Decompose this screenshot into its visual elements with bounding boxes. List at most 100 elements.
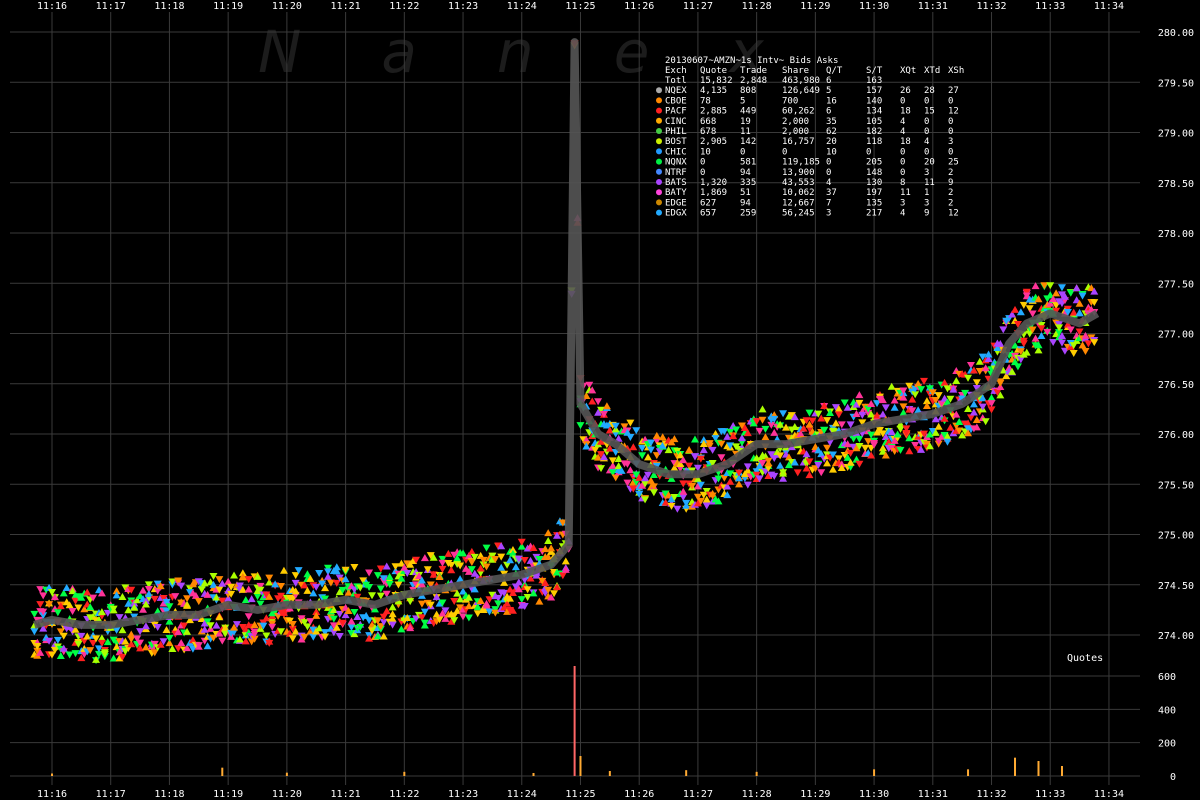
legend-cell: 0: [900, 168, 905, 178]
legend-cell: 0: [948, 147, 953, 157]
volume-tick-label: 200: [1158, 739, 1176, 750]
legend-cell: 4: [826, 178, 831, 188]
x-tick-label-top: 11:31: [918, 1, 948, 12]
legend-cell: 3: [924, 168, 929, 178]
legend-cell: 20: [826, 137, 837, 147]
legend-cell: CINC: [665, 117, 687, 127]
legend-cell: 3: [826, 209, 831, 219]
legend-cell: 130: [866, 178, 882, 188]
x-tick-label-bottom: 11:27: [683, 789, 713, 800]
x-tick-label-bottom: 11:34: [1094, 789, 1124, 800]
legend-cell: EDGX: [665, 209, 687, 219]
x-tick-label-bottom: 11:24: [507, 789, 537, 800]
legend-cell: 140: [866, 96, 882, 106]
legend-cell: 463,980: [782, 76, 820, 86]
legend-cell: 51: [740, 188, 751, 198]
legend-cell: 2: [948, 168, 953, 178]
legend-cell: 11: [740, 127, 751, 137]
legend-cell: 9: [948, 178, 953, 188]
legend-cell: Totl: [665, 76, 687, 86]
legend-cell: 0: [782, 147, 787, 157]
x-tick-label-bottom: 11:29: [800, 789, 830, 800]
legend-cell: 4: [900, 127, 905, 137]
volume-bar: [221, 767, 224, 776]
legend-cell: 10: [826, 147, 837, 157]
volume-bar: [51, 773, 53, 776]
legend-header: Quote: [700, 66, 727, 76]
price-tick-label: 277.50: [1158, 279, 1194, 290]
legend-cell: 37: [826, 188, 837, 198]
legend-cell: 0: [924, 117, 929, 127]
volume-bar: [967, 769, 970, 776]
legend-cell: NTRF: [665, 168, 687, 178]
legend-cell: 2,885: [700, 107, 727, 117]
legend-cell: 7: [826, 198, 831, 208]
legend-cell: 2,848: [740, 76, 767, 86]
volume-bar: [1014, 757, 1017, 776]
legend-cell: 126,649: [782, 86, 820, 96]
legend-swatch: [656, 189, 662, 196]
legend-cell: 1,869: [700, 188, 727, 198]
legend-cell: 4: [900, 117, 905, 127]
legend-cell: 13,900: [782, 168, 815, 178]
legend-cell: 5: [826, 86, 831, 96]
legend-cell: 27: [948, 86, 959, 96]
x-tick-label-top: 11:33: [1035, 1, 1065, 12]
x-tick-label-bottom: 11:19: [213, 789, 243, 800]
legend-cell: BATS: [665, 178, 687, 188]
legend-cell: 0: [700, 158, 705, 168]
volume-bar: [873, 769, 876, 776]
legend-header: XTd: [924, 66, 940, 76]
legend-cell: 25: [948, 158, 959, 168]
x-tick-label-top: 11:34: [1094, 1, 1124, 12]
legend-cell: 1,320: [700, 178, 727, 188]
legend-swatch: [656, 199, 662, 206]
x-tick-label-bottom: 11:32: [976, 789, 1006, 800]
legend-cell: PHIL: [665, 127, 687, 137]
legend-cell: 8: [900, 178, 905, 188]
volume-bar: [1060, 766, 1063, 776]
legend-cell: 12,667: [782, 198, 815, 208]
legend-cell: 217: [866, 209, 882, 219]
legend-cell: 2,000: [782, 127, 809, 137]
legend-swatch: [656, 107, 662, 114]
x-tick-label-bottom: 11:18: [154, 789, 184, 800]
legend-cell: 118: [866, 137, 882, 147]
legend-cell: 700: [782, 96, 798, 106]
legend-cell: 19: [740, 117, 751, 127]
legend-swatch: [656, 117, 662, 124]
legend-cell: 18: [900, 137, 911, 147]
legend-cell: 15: [924, 107, 935, 117]
volume-bar: [573, 666, 576, 776]
legend-cell: 2,000: [782, 117, 809, 127]
legend-cell: 9: [924, 209, 929, 219]
price-tick-label: 276.00: [1158, 430, 1194, 441]
legend-swatch: [656, 97, 662, 104]
x-tick-label-bottom: 11:17: [96, 789, 126, 800]
legend-header: Share: [782, 66, 809, 76]
legend-cell: 11: [900, 188, 911, 198]
legend-cell: EDGE: [665, 198, 687, 208]
legend-header: Exch: [665, 66, 687, 76]
legend-header: S/T: [866, 66, 883, 76]
x-tick-label-top: 11:29: [800, 1, 830, 12]
legend-cell: 105: [866, 117, 882, 127]
x-tick-label-top: 11:21: [331, 1, 361, 12]
price-tick-label: 275.50: [1158, 480, 1194, 491]
legend-cell: 94: [740, 168, 751, 178]
price-tick-label: 274.50: [1158, 581, 1194, 592]
legend-cell: 335: [740, 178, 756, 188]
legend-cell: 4,135: [700, 86, 727, 96]
legend-cell: 119,185: [782, 158, 820, 168]
legend-title: 20130607~AMZN~1s Intv~ Bids Asks: [665, 56, 838, 66]
legend-cell: 28: [924, 86, 935, 96]
volume-bar: [532, 773, 535, 776]
legend-cell: 16: [826, 96, 837, 106]
x-tick-label-top: 11:32: [976, 1, 1006, 12]
x-tick-label-top: 11:17: [96, 1, 126, 12]
legend-cell: 134: [866, 107, 882, 117]
legend-cell: 142: [740, 137, 756, 147]
legend-cell: 6: [826, 107, 831, 117]
legend-cell: 5: [740, 96, 745, 106]
legend-cell: 35: [826, 117, 837, 127]
